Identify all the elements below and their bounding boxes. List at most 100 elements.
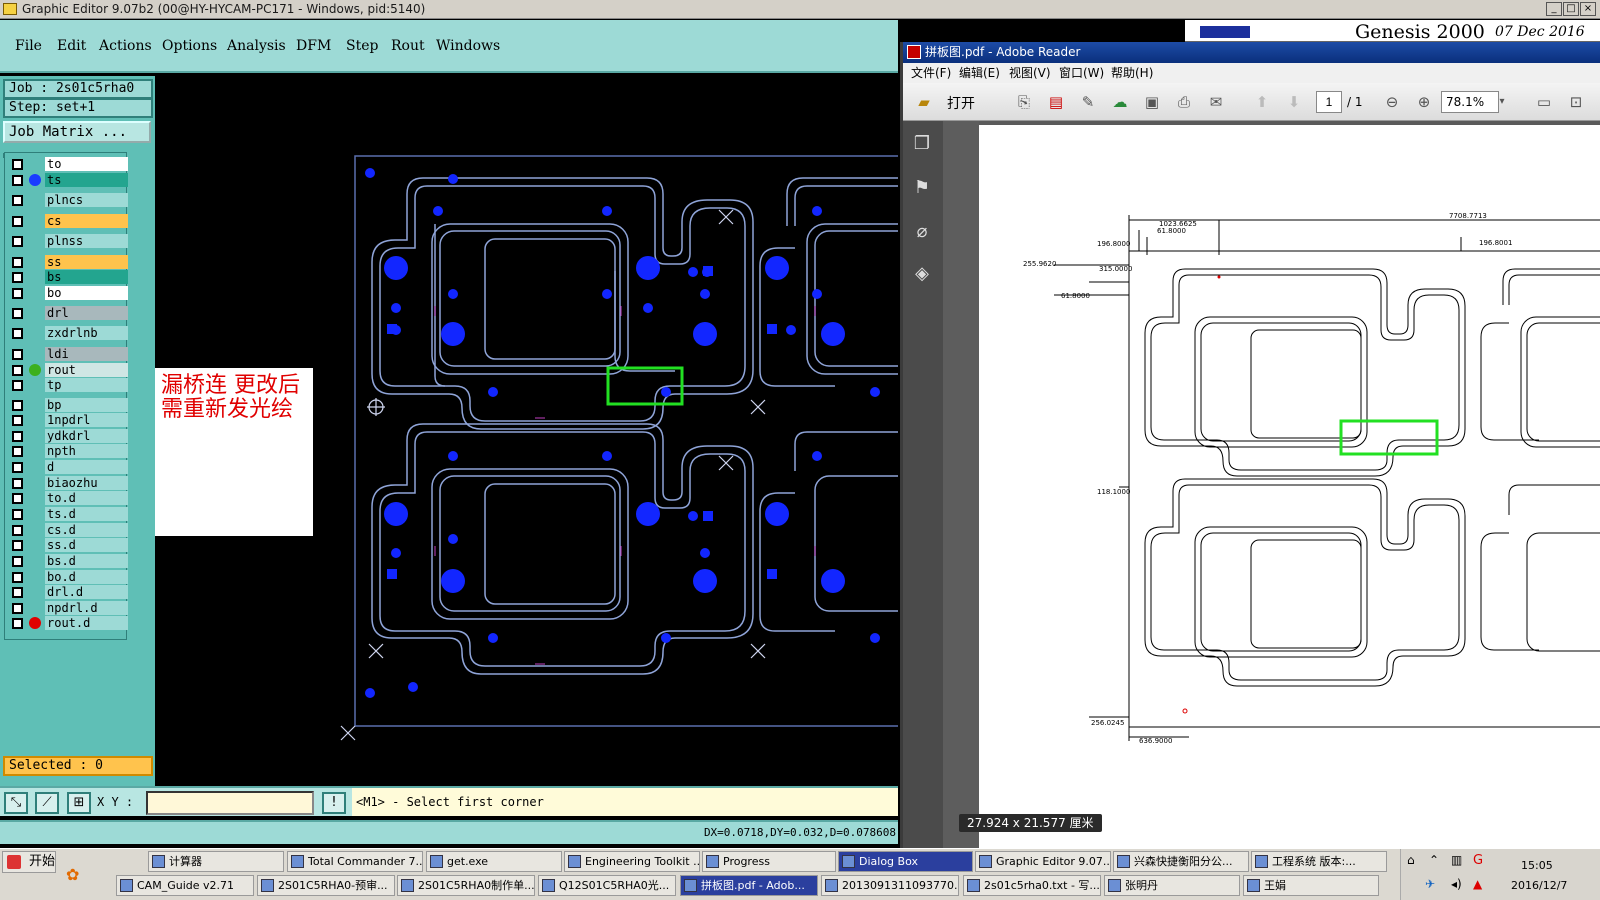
menu-rout[interactable]: Rout [391,38,425,54]
layer-row[interactable]: ss.d [8,538,128,552]
layer-checkbox[interactable] [12,257,23,268]
attachment-icon[interactable]: ⌀ [911,221,933,243]
layer-row[interactable]: tp [8,378,128,392]
layer-name[interactable]: bs.d [45,554,128,568]
xy-input[interactable] [146,791,314,815]
start-button[interactable]: 开始 [2,851,56,873]
next-page-icon[interactable]: ⬇ [1283,91,1305,113]
layer-row[interactable]: ydkdrl [8,429,128,443]
zoom-dropdown-icon[interactable]: ▾ [1491,91,1513,113]
layer-name[interactable]: cs.d [45,523,128,537]
layer-name[interactable]: to.d [45,491,128,505]
reader-menu-file[interactable]: 文件(F) [911,63,951,83]
taskbar-button[interactable]: 张明丹 [1104,875,1240,896]
tray-icon[interactable]: ✈ [1425,877,1435,891]
layer-checkbox[interactable] [12,525,23,536]
zoom-fit-icon[interactable]: ⤡ [4,792,28,814]
layer-checkbox[interactable] [12,365,23,376]
layer-row[interactable]: 1npdrl [8,413,128,427]
layer-checkbox[interactable] [12,415,23,426]
layer-checkbox[interactable] [12,175,23,186]
layer-checkbox[interactable] [12,603,23,614]
layer-checkbox[interactable] [12,509,23,520]
layer-row[interactable]: bs.d [8,554,128,568]
taskbar-button[interactable]: 2S01C5RHA0制作单... [397,875,535,896]
clock-time[interactable]: 15:05 [1521,859,1553,872]
layer-name[interactable]: bo [45,286,128,300]
reader-menu-view[interactable]: 视图(V) [1009,63,1051,83]
layer-checkbox[interactable] [12,572,23,583]
upload-icon[interactable]: ☁ [1109,91,1131,113]
layer-name[interactable]: ss.d [45,538,128,552]
layer-name[interactable]: rout [45,363,128,377]
print-icon[interactable]: ⎙ [1173,91,1195,113]
menu-options[interactable]: Options [162,38,217,54]
taskbar-button[interactable]: 工程系统 版本:... [1251,851,1387,872]
zoom-out-icon[interactable]: ⊖ [1381,91,1403,113]
layer-row[interactable]: plnss [8,234,128,248]
alert-icon[interactable]: ! [322,792,346,814]
layer-row[interactable]: ss [8,255,128,269]
layer-checkbox[interactable] [12,308,23,319]
layer-row[interactable]: zxdrlnb [8,326,128,340]
taskbar-button[interactable]: Dialog Box [838,851,973,872]
taskbar-button[interactable]: 2S01C5RHA0-预审... [257,875,395,896]
layer-checkbox[interactable] [12,556,23,567]
layer-checkbox[interactable] [12,380,23,391]
taskbar-button[interactable]: Q12S01C5RHA0光... [538,875,676,896]
taskbar-button[interactable]: Progress [702,851,836,872]
tray-icon[interactable]: G [1473,853,1483,868]
taskbar-button[interactable]: Graphic Editor 9.07... [975,851,1111,872]
layer-checkbox[interactable] [12,478,23,489]
layer-name[interactable]: ydkdrl [45,429,128,443]
pdf-page[interactable]: 1023.6625 7708.7713 196.8000 61.8000 196… [979,125,1600,848]
layer-row[interactable]: npdrl.d [8,601,128,615]
taskbar-button[interactable]: Engineering Toolkit ... [564,851,700,872]
taskbar-button[interactable]: 2013091311093770... [821,875,959,896]
fit-width-icon[interactable]: ⊡ [1565,91,1587,113]
layer-checkbox[interactable] [12,349,23,360]
layer-row[interactable]: cs.d [8,523,128,537]
taskbar-button[interactable]: get.exe [426,851,562,872]
taskbar-button[interactable]: 拼板图.pdf - Adob... [680,875,818,896]
layer-name[interactable]: ts [45,173,128,187]
layer-row[interactable]: bo [8,286,128,300]
layer-row[interactable]: bp [8,398,128,412]
tray-icon[interactable]: ⌃ [1429,853,1439,867]
layer-row[interactable]: bo.d [8,570,128,584]
layer-name[interactable]: biaozhu [45,476,128,490]
taskbar-button[interactable]: 兴森快捷衡阳分公... [1113,851,1249,872]
zoom-in-icon[interactable]: ⊕ [1413,91,1435,113]
pages-panel-icon[interactable]: ❐ [911,133,933,155]
save-icon[interactable]: ▣ [1141,91,1163,113]
layer-name[interactable]: rout.d [45,616,128,630]
export-pdf-icon[interactable]: ▤ [1045,91,1067,113]
layer-row[interactable]: biaozhu [8,476,128,490]
layer-checkbox[interactable] [12,272,23,283]
layer-name[interactable]: 1npdrl [45,413,128,427]
layer-checkbox[interactable] [12,618,23,629]
layer-row[interactable]: ts [8,173,128,187]
layer-checkbox[interactable] [12,159,23,170]
layer-checkbox[interactable] [12,540,23,551]
page-number-input[interactable] [1316,91,1342,113]
reader-menu-window[interactable]: 窗口(W) [1059,63,1104,83]
layer-checkbox[interactable] [12,587,23,598]
layer-row[interactable]: cs [8,214,128,228]
layer-row[interactable]: d [8,460,128,474]
layer-checkbox[interactable] [12,288,23,299]
tray-icon[interactable]: ▥ [1451,853,1462,867]
layer-row[interactable]: rout [8,363,128,377]
menu-windows[interactable]: Windows [436,38,500,54]
taskbar-button[interactable]: 2s01c5rha0.txt - 写... [963,875,1101,896]
email-icon[interactable]: ✉ [1205,91,1227,113]
taskbar-button[interactable]: Total Commander 7.... [287,851,423,872]
layer-checkbox[interactable] [12,400,23,411]
menu-step[interactable]: Step [346,38,378,54]
layer-checkbox[interactable] [12,216,23,227]
bookmark-icon[interactable]: ⚑ [911,177,933,199]
layer-name[interactable]: plnss [45,234,128,248]
reader-menu-help[interactable]: 帮助(H) [1111,63,1153,83]
layer-checkbox[interactable] [12,195,23,206]
layer-row[interactable]: plncs [8,193,128,207]
